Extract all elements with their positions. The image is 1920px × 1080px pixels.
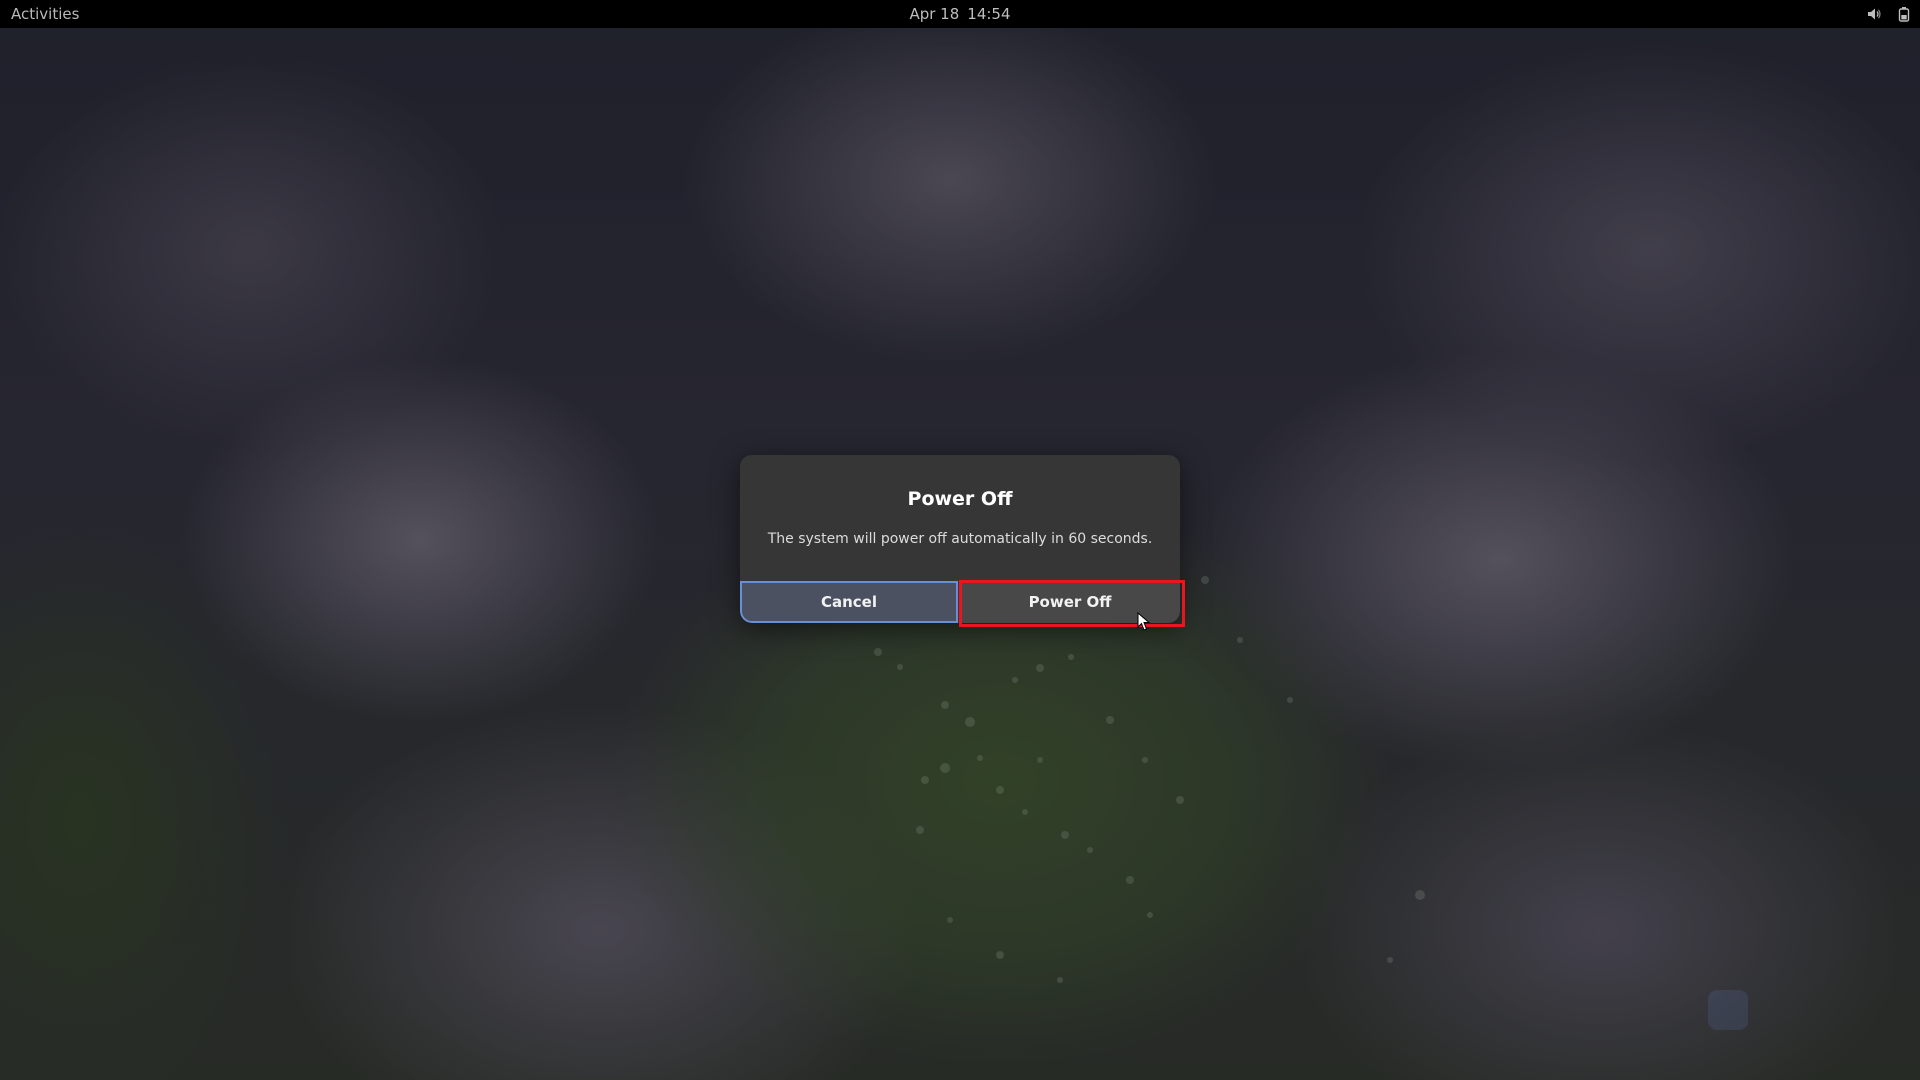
dialog-message: The system will power off automatically … [767,531,1153,547]
volume-icon[interactable] [1866,6,1882,22]
battery-icon[interactable] [1896,6,1912,22]
cancel-button-label: Cancel [820,593,877,611]
mouse-pointer-icon [1137,612,1151,631]
cancel-button[interactable]: Cancel [740,581,958,623]
clock-button[interactable]: Apr 18 14:54 [0,4,1920,24]
clock-time: 14:54 [967,5,1011,23]
desktop-screen: Activities Apr 18 14:54 Power Off The sys… [0,0,1920,1080]
power-off-button-label: Power Off [1028,593,1112,611]
dialog-title: Power Off [907,488,1013,510]
clock-date: Apr 18 [909,5,960,23]
power-off-dialog: Power Off The system will power off auto… [740,455,1180,623]
top-bar: Activities Apr 18 14:54 [0,0,1920,28]
watermark-logo [1708,990,1748,1030]
system-tray[interactable] [1866,4,1912,24]
